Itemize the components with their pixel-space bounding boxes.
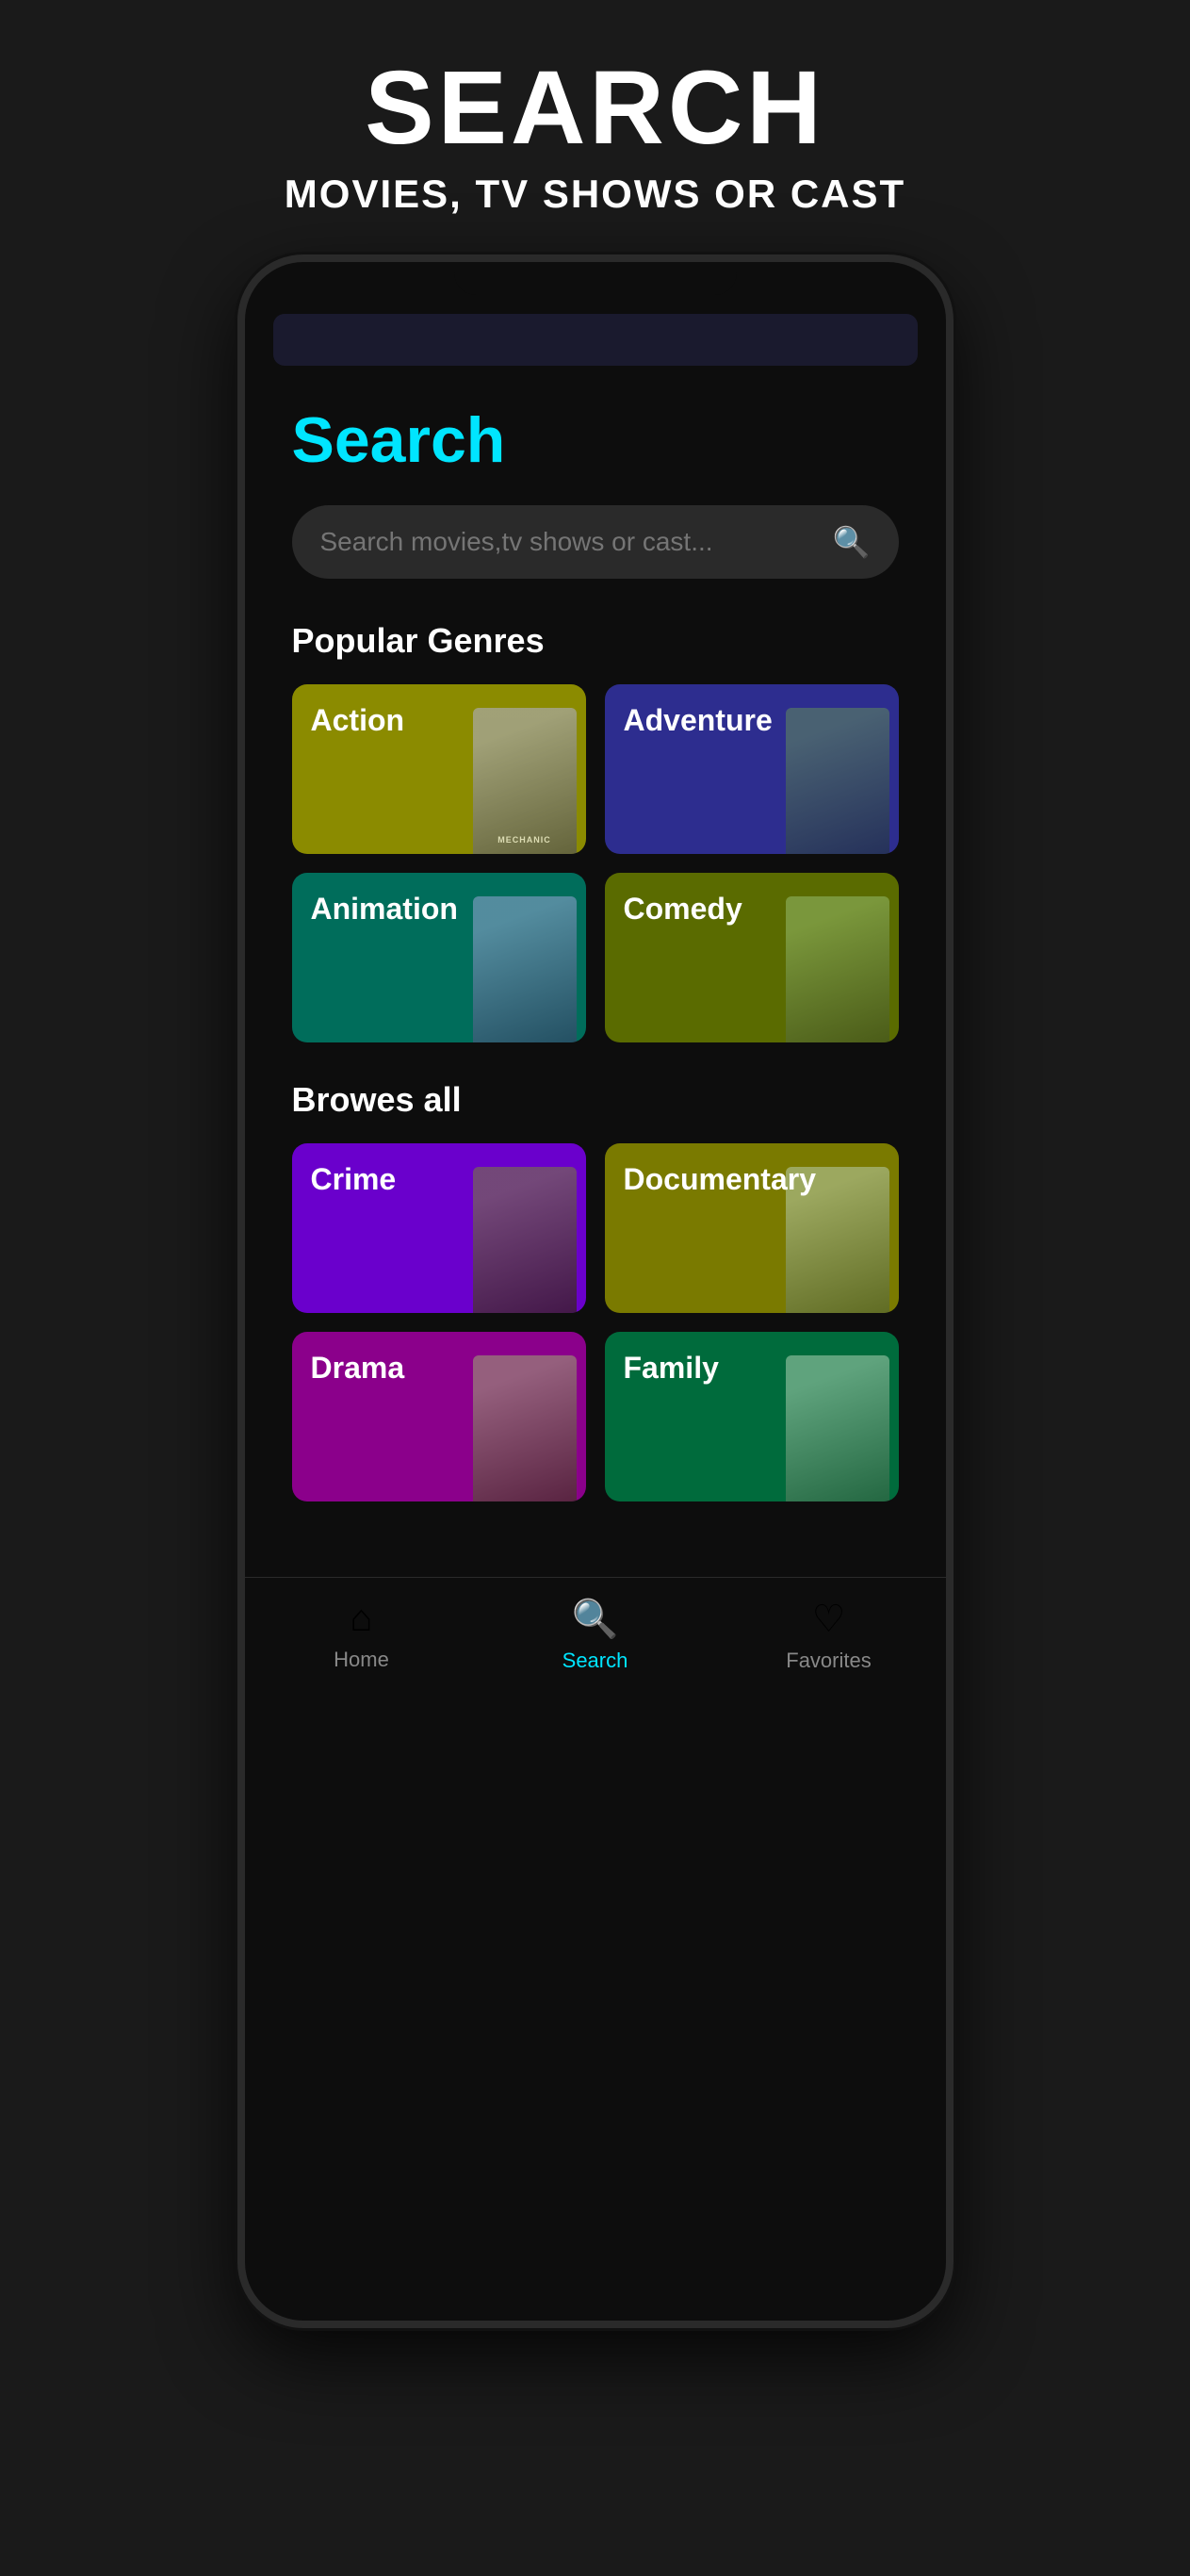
search-nav-icon: 🔍	[572, 1597, 619, 1641]
genre-card-family[interactable]: Family	[605, 1332, 899, 1501]
nav-label-home: Home	[334, 1648, 389, 1672]
genre-label-comedy: Comedy	[624, 892, 742, 927]
genre-card-animation[interactable]: Animation	[292, 873, 586, 1042]
genre-label-adventure: Adventure	[624, 703, 773, 738]
search-input[interactable]	[320, 527, 818, 557]
phone-mockup: Search 🔍 Popular Genres Action Adventure…	[237, 254, 954, 2328]
genre-card-drama[interactable]: Drama	[292, 1332, 586, 1501]
header-title: SEARCH	[38, 57, 1152, 160]
genre-label-family: Family	[624, 1351, 719, 1386]
popular-genres-section: Popular Genres Action Adventure Animatio…	[292, 621, 899, 1042]
genre-label-animation: Animation	[311, 892, 458, 927]
popular-genres-grid: Action Adventure Animation Comedy	[292, 684, 899, 1042]
search-bar[interactable]: 🔍	[292, 505, 899, 579]
home-icon: ⌂	[350, 1598, 372, 1640]
nav-label-search: Search	[562, 1649, 628, 1673]
phone-top-bar	[273, 314, 918, 366]
favorites-icon: ♡	[812, 1598, 846, 1641]
genre-label-documentary: Documentary	[624, 1162, 817, 1197]
nav-item-search[interactable]: 🔍 Search	[479, 1597, 712, 1673]
browse-all-section: Browes all Crime Documentary Drama Famil…	[292, 1080, 899, 1501]
bottom-nav: ⌂ Home 🔍 Search ♡ Favorites	[245, 1577, 946, 1701]
genre-card-documentary[interactable]: Documentary	[605, 1143, 899, 1313]
browse-all-grid: Crime Documentary Drama Family	[292, 1143, 899, 1501]
popular-genres-title: Popular Genres	[292, 621, 899, 661]
browse-all-title: Browes all	[292, 1080, 899, 1120]
search-icon: 🔍	[833, 524, 871, 560]
nav-label-favorites: Favorites	[786, 1649, 871, 1673]
header-section: SEARCH MOVIES, TV SHOWS OR CAST	[0, 0, 1190, 254]
phone-notch	[454, 262, 737, 295]
header-subtitle: MOVIES, TV SHOWS OR CAST	[38, 172, 1152, 217]
genre-label-drama: Drama	[311, 1351, 405, 1386]
genre-card-adventure[interactable]: Adventure	[605, 684, 899, 854]
phone-content: Search 🔍 Popular Genres Action Adventure…	[245, 366, 946, 1577]
genre-card-comedy[interactable]: Comedy	[605, 873, 899, 1042]
nav-item-home[interactable]: ⌂ Home	[245, 1598, 479, 1672]
genre-card-action[interactable]: Action	[292, 684, 586, 854]
genre-label-crime: Crime	[311, 1162, 397, 1197]
page-title: Search	[292, 403, 899, 477]
genre-card-crime[interactable]: Crime	[292, 1143, 586, 1313]
genre-label-action: Action	[311, 703, 405, 738]
genre-poster-crime	[473, 1167, 577, 1313]
genre-poster-adventure	[786, 708, 889, 854]
genre-poster-family	[786, 1355, 889, 1501]
genre-poster-action	[473, 708, 577, 854]
genre-poster-comedy	[786, 896, 889, 1042]
genre-poster-drama	[473, 1355, 577, 1501]
genre-poster-animation	[473, 896, 577, 1042]
nav-item-favorites[interactable]: ♡ Favorites	[712, 1598, 946, 1673]
